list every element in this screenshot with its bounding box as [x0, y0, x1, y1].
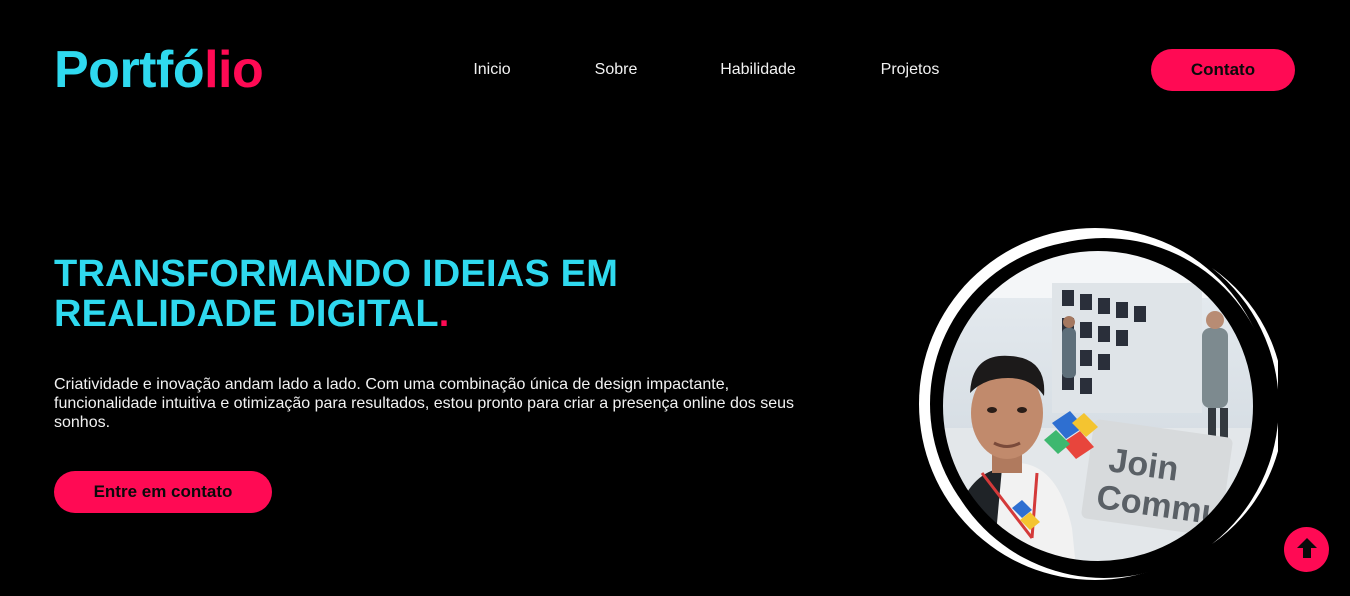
profile-photo-graphic: Join Commu	[919, 228, 1278, 580]
hero-title-dot: .	[438, 293, 450, 335]
arrow-up-icon	[1293, 534, 1321, 565]
profile-photo: Join Commu	[912, 228, 1278, 584]
nav-link-habilidade[interactable]: Habilidade	[720, 60, 796, 80]
page: Portfólio Inicio Sobre Habilidade Projet…	[0, 0, 1350, 596]
nav-link-projetos[interactable]: Projetos	[881, 60, 940, 80]
back-to-top-button[interactable]	[1284, 527, 1329, 572]
main-nav: Inicio Sobre Habilidade Projetos	[0, 60, 1350, 80]
contact-button[interactable]: Contato	[1151, 49, 1295, 91]
hero-description: Criatividade e inovação andam lado a lad…	[54, 376, 794, 431]
get-in-touch-button[interactable]: Entre em contato	[54, 471, 272, 513]
hero-title: TRANSFORMANDO IDEIAS EM REALIDADE DIGITA…	[54, 254, 754, 334]
hero-title-line-2: REALIDADE DIGITAL	[54, 293, 439, 335]
nav-link-sobre[interactable]: Sobre	[595, 60, 638, 80]
nav-link-inicio[interactable]: Inicio	[473, 60, 510, 80]
hero-title-line-1: TRANSFORMANDO IDEIAS EM	[54, 253, 619, 295]
